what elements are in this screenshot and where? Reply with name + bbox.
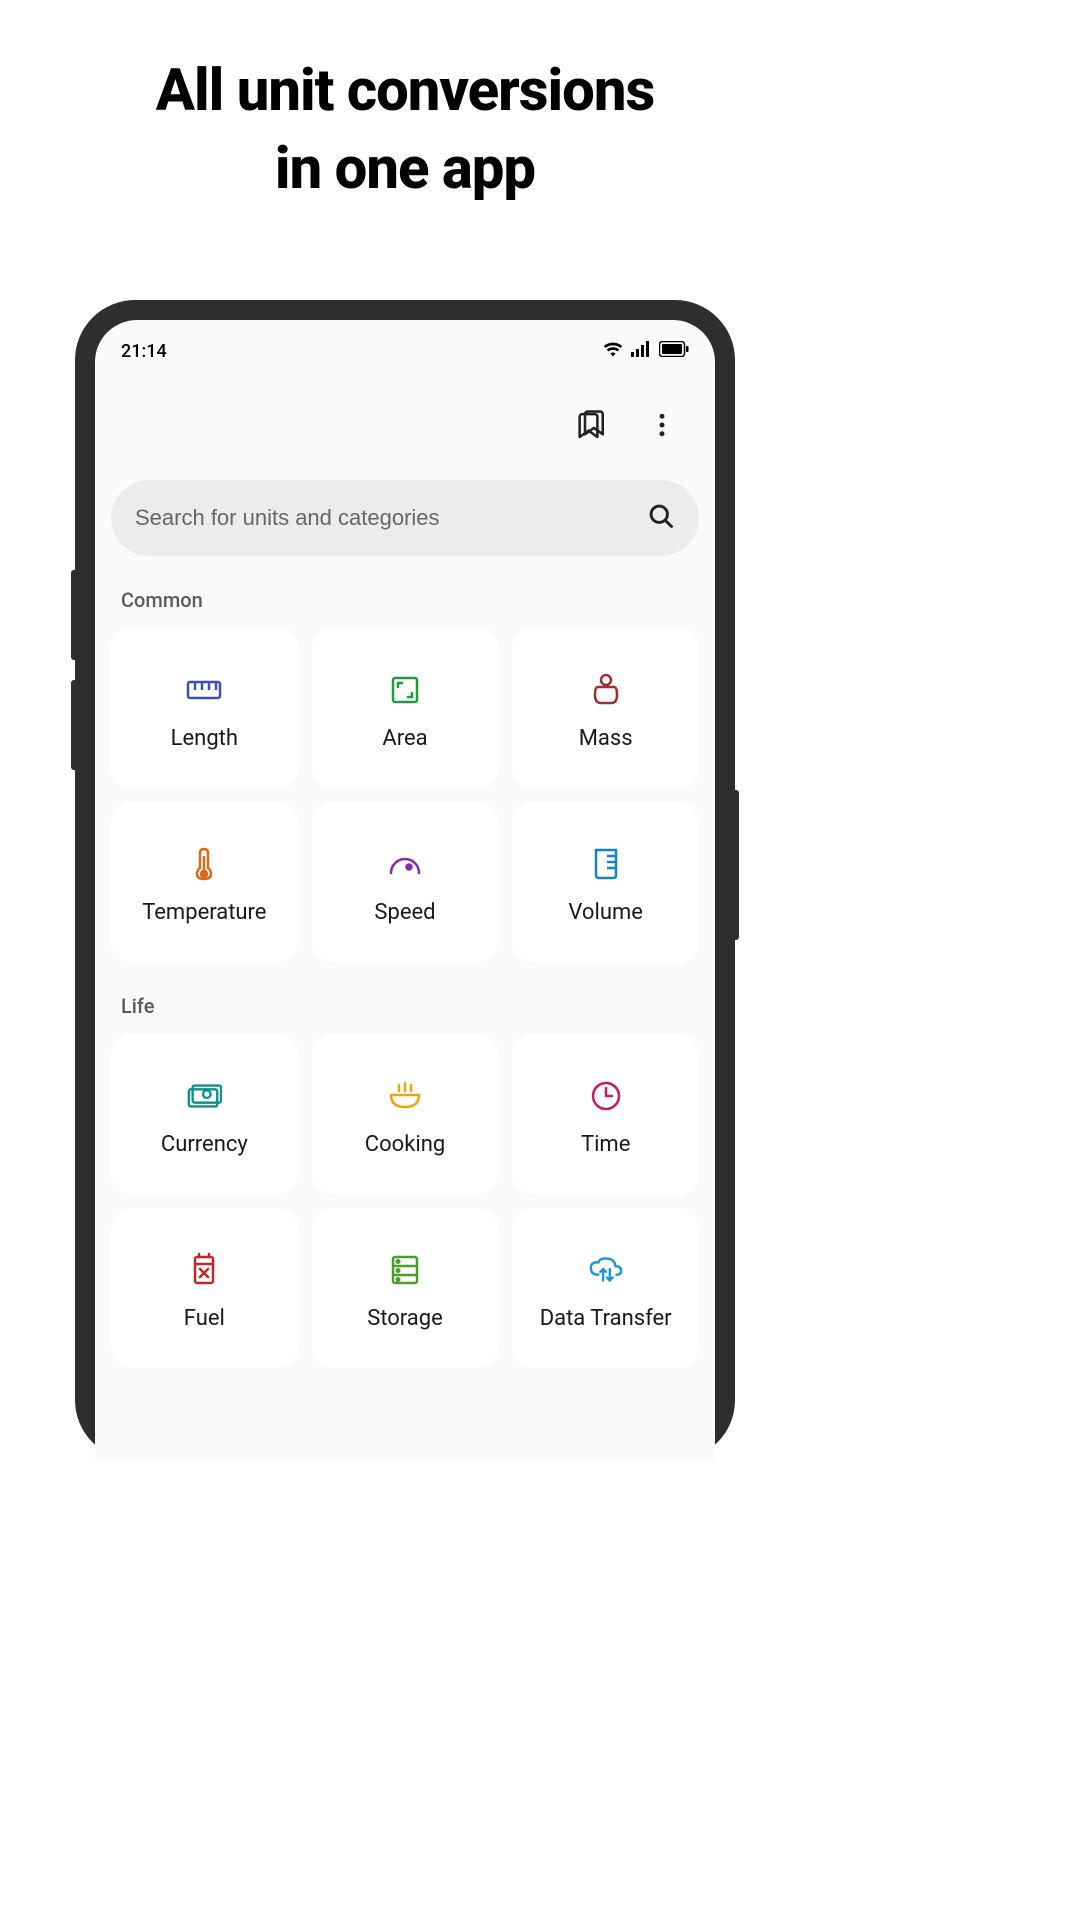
cellular-icon bbox=[631, 341, 651, 361]
tile-speed[interactable]: Speed bbox=[312, 802, 499, 962]
tile-volume[interactable]: Volume bbox=[512, 802, 699, 962]
area-icon bbox=[387, 672, 423, 708]
bowl-icon bbox=[387, 1078, 423, 1114]
tile-storage[interactable]: Storage bbox=[312, 1208, 499, 1368]
tile-label: Mass bbox=[579, 726, 633, 751]
fuel-icon bbox=[186, 1252, 222, 1288]
tile-label: Volume bbox=[568, 900, 643, 925]
tile-fuel[interactable]: Fuel bbox=[111, 1208, 298, 1368]
tile-temperature[interactable]: Temperature bbox=[111, 802, 298, 962]
tile-label: Length bbox=[171, 726, 238, 751]
money-icon bbox=[186, 1078, 222, 1114]
ruler-icon bbox=[186, 672, 222, 708]
tile-label: Area bbox=[382, 726, 427, 751]
promo-headline: All unit conversions in one app bbox=[0, 0, 810, 209]
grid-common: Length Area Mass bbox=[95, 628, 715, 962]
tile-length[interactable]: Length bbox=[111, 628, 298, 788]
tile-label: Time bbox=[581, 1132, 630, 1157]
search-input[interactable] bbox=[135, 505, 647, 531]
tile-label: Storage bbox=[367, 1306, 443, 1331]
tile-mass[interactable]: Mass bbox=[512, 628, 699, 788]
tile-cooking[interactable]: Cooking bbox=[312, 1034, 499, 1194]
phone-mockup: 21:14 bbox=[75, 300, 735, 1460]
tile-label: Data Transfer bbox=[540, 1306, 672, 1331]
search-icon[interactable] bbox=[647, 502, 675, 534]
more-vert-icon[interactable] bbox=[645, 408, 679, 442]
app-bar bbox=[95, 368, 715, 452]
headline-line-1: All unit conversions bbox=[0, 52, 810, 130]
tile-label: Temperature bbox=[142, 900, 266, 925]
status-time: 21:14 bbox=[121, 341, 167, 362]
cloud-transfer-icon bbox=[588, 1252, 624, 1288]
tile-data-transfer[interactable]: Data Transfer bbox=[512, 1208, 699, 1368]
tile-currency[interactable]: Currency bbox=[111, 1034, 298, 1194]
weight-icon bbox=[588, 672, 624, 708]
tile-label: Speed bbox=[374, 900, 435, 925]
tile-label: Cooking bbox=[365, 1132, 445, 1157]
wifi-icon bbox=[603, 341, 623, 361]
tile-label: Currency bbox=[161, 1132, 248, 1157]
thermometer-icon bbox=[186, 846, 222, 882]
tile-time[interactable]: Time bbox=[512, 1034, 699, 1194]
section-title-common: Common bbox=[95, 556, 715, 628]
clock-icon bbox=[588, 1078, 624, 1114]
tile-area[interactable]: Area bbox=[312, 628, 499, 788]
gauge-icon bbox=[387, 846, 423, 882]
bookmarks-icon[interactable] bbox=[575, 408, 609, 442]
storage-icon bbox=[387, 1252, 423, 1288]
section-title-life: Life bbox=[95, 962, 715, 1034]
beaker-icon bbox=[588, 846, 624, 882]
search-bar[interactable] bbox=[111, 480, 699, 556]
grid-life: Currency Cooking Time bbox=[95, 1034, 715, 1368]
battery-icon bbox=[659, 341, 689, 361]
headline-line-2: in one app bbox=[0, 130, 810, 208]
tile-label: Fuel bbox=[184, 1306, 225, 1331]
status-bar: 21:14 bbox=[95, 320, 715, 368]
